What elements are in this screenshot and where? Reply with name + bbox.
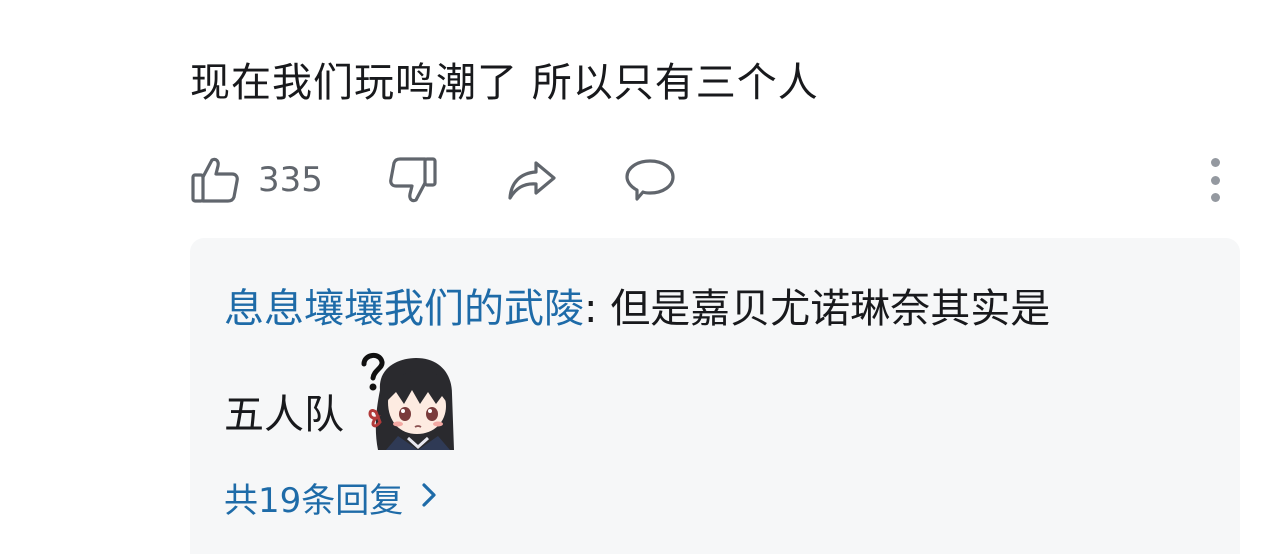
reply-second-line: 五人队: [224, 350, 454, 450]
like-button[interactable]: 335: [190, 150, 323, 210]
comment-icon: [624, 155, 676, 205]
reply-username[interactable]: 息息壤壤我们的武陵: [224, 286, 584, 332]
view-all-replies-link[interactable]: 共19条回复: [224, 473, 437, 522]
thumbs-down-icon: [388, 155, 438, 205]
reply-text-line2: 五人队: [224, 392, 344, 438]
share-icon: [506, 155, 558, 205]
reply-text-line1: 但是嘉贝尤诺琳奈其实是: [610, 286, 1051, 332]
reply-separator: :: [584, 286, 611, 332]
reply-preview-box[interactable]: 息息壤壤我们的武陵: 但是嘉贝尤诺琳奈其实是 五人队 共19条回复: [190, 238, 1240, 554]
reply-button[interactable]: [624, 150, 676, 210]
comment-text: 现在我们玩鸣潮了 所以只有三个人: [190, 60, 819, 106]
more-options-button[interactable]: [1210, 158, 1220, 202]
reply-first-line: 息息壤壤我们的武陵: 但是嘉贝尤诺琳奈其实是: [224, 276, 1050, 334]
chevron-right-icon: [421, 478, 437, 518]
share-button[interactable]: [506, 150, 558, 210]
view-all-replies-label: 共19条回复: [224, 481, 404, 521]
thumbs-up-icon: [190, 155, 240, 205]
more-vertical-icon: [1210, 158, 1220, 202]
like-count: 335: [258, 160, 323, 200]
dislike-button[interactable]: [388, 150, 438, 210]
confused-girl-sticker: [358, 350, 454, 450]
comment-action-bar: 335: [190, 150, 1230, 210]
